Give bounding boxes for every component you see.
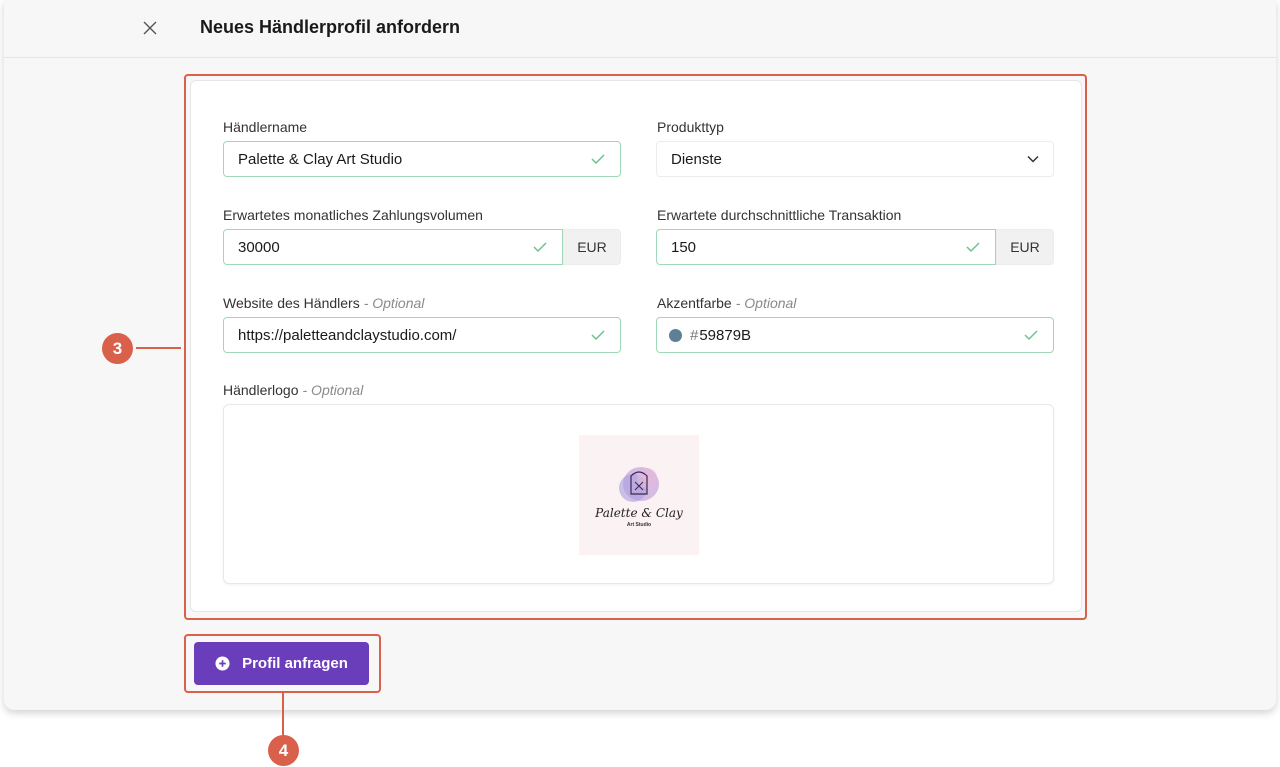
logo-optional: - Optional: [302, 382, 364, 398]
website-label: Website des Händlers: [223, 295, 360, 311]
annotation-badge-3: 3: [102, 333, 133, 364]
product-type-group: Produkttyp: [657, 118, 1055, 136]
accent-color-value: 59879B: [699, 326, 752, 344]
avg-transaction-input[interactable]: 150: [656, 229, 996, 265]
check-icon: [591, 330, 605, 341]
close-icon: [143, 21, 157, 35]
annotation-connector-3: [136, 347, 181, 349]
dialog-header: Neues Händlerprofil anfordern: [4, 0, 1276, 58]
close-button[interactable]: [139, 17, 161, 39]
website-input[interactable]: https://paletteandclaystudio.com/: [223, 317, 621, 353]
website-value: https://paletteandclaystudio.com/: [238, 326, 457, 344]
request-profile-button[interactable]: Profil anfragen: [194, 642, 369, 685]
accent-color-label-row: Akzentfarbe - Optional: [657, 294, 1055, 312]
avg-transaction-currency: EUR: [996, 229, 1054, 265]
monthly-volume-value: 30000: [238, 238, 280, 256]
page-title: Neues Händlerprofil anfordern: [200, 17, 461, 37]
request-profile-label: Profil anfragen: [242, 655, 348, 672]
avg-transaction-label: Erwartete durchschnittliche Transaktion: [657, 207, 902, 223]
monthly-volume-group: Erwartetes monatliches Zahlungsvolumen: [223, 206, 621, 224]
merchant-name-value: Palette & Clay Art Studio: [238, 150, 403, 168]
merchant-name-label: Händlername: [223, 119, 308, 135]
accent-color-optional: - Optional: [735, 295, 797, 311]
merchant-name-input[interactable]: Palette & Clay Art Studio: [223, 141, 621, 177]
logo-group: Händlerlogo - Optional: [223, 381, 621, 399]
hash-symbol: #: [690, 326, 699, 344]
merchant-name-group: Händlername: [223, 118, 621, 136]
product-type-label: Produkttyp: [657, 119, 724, 135]
check-icon: [533, 242, 547, 253]
logo-mark-icon: [619, 467, 659, 502]
chevron-down-icon: [1027, 155, 1039, 163]
logo-sub-text: Art Studio: [626, 522, 652, 528]
check-icon: [591, 154, 605, 165]
product-type-select[interactable]: Dienste: [656, 141, 1054, 177]
website-group: Website des Händlers - Optional: [223, 294, 621, 312]
avg-transaction-value: 150: [671, 238, 697, 256]
website-label-row: Website des Händlers - Optional: [223, 294, 621, 312]
accent-color-label: Akzentfarbe: [657, 295, 732, 311]
annotation-badge-4: 4: [268, 735, 299, 766]
monthly-volume-label: Erwartetes monatliches Zahlungsvolumen: [223, 207, 483, 223]
merchant-logo-image: Palette & Clay Art Studio: [579, 435, 699, 555]
accent-color-input[interactable]: # 59879B: [656, 317, 1054, 353]
check-icon: [1024, 330, 1038, 341]
logo-label: Händlerlogo: [223, 382, 299, 398]
check-icon: [966, 242, 980, 253]
monthly-volume-currency: EUR: [563, 229, 621, 265]
logo-script-text: Palette & Clay: [595, 506, 683, 520]
color-swatch[interactable]: [669, 328, 682, 342]
annotation-connector-4: [282, 693, 284, 735]
product-type-value: Dienste: [671, 150, 722, 168]
website-optional: - Optional: [363, 295, 425, 311]
accent-color-group: Akzentfarbe - Optional: [657, 294, 1055, 312]
logo-label-row: Händlerlogo - Optional: [223, 381, 621, 399]
plus-circle-icon: [215, 656, 230, 671]
logo-dropzone[interactable]: Palette & Clay Art Studio: [223, 404, 1054, 584]
avg-transaction-group: Erwartete durchschnittliche Transaktion: [657, 206, 1055, 224]
monthly-volume-input[interactable]: 30000: [223, 229, 563, 265]
